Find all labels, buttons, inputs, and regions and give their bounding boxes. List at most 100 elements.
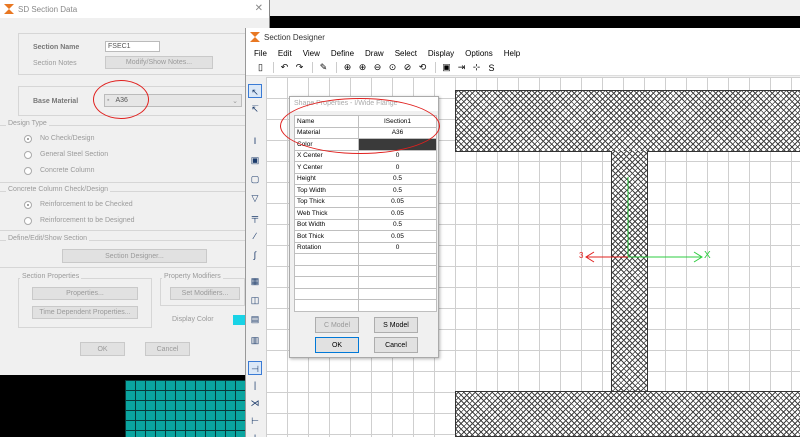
set-modifiers-button[interactable]: Set Modifiers... [170, 287, 240, 300]
section-designer-button[interactable]: Section Designer... [62, 249, 207, 263]
channel-icon[interactable]: ▣ [248, 153, 262, 167]
property-row[interactable]: Y Center 0 [294, 161, 437, 174]
property-row[interactable]: Rotation 0 [294, 241, 437, 254]
pointer-arrow-icon[interactable]: ⇥ [455, 62, 468, 73]
new-icon[interactable]: ▯ [254, 62, 267, 73]
menu-display[interactable]: Display [428, 49, 454, 58]
property-row[interactable] [294, 253, 437, 266]
property-row[interactable] [294, 287, 437, 300]
property-value-cell[interactable]: 0 [358, 241, 437, 254]
background-grid-area [125, 380, 245, 437]
radio-reinforcement-designed[interactable] [24, 217, 32, 225]
pencil-icon[interactable]: ✎ [317, 62, 330, 73]
zoom-out-icon[interactable]: ⊖ [371, 62, 384, 73]
property-value-cell[interactable] [358, 287, 437, 300]
s-model-button[interactable]: S Model [374, 317, 418, 333]
property-row[interactable] [294, 264, 437, 277]
line-icon[interactable]: ∕ [248, 229, 262, 243]
time-dependent-properties-button[interactable]: Time Dependent Properties... [32, 306, 138, 319]
undo-icon[interactable]: ↶ [278, 62, 291, 73]
display-icon[interactable]: ▣ [440, 62, 453, 73]
rebar-grid-icon[interactable]: ▥ [248, 333, 262, 347]
ok-button[interactable]: OK [315, 337, 359, 353]
section-name-input[interactable]: FSEC1 [105, 41, 160, 52]
property-row[interactable]: Bot Thick 0.05 [294, 230, 437, 243]
menu-file[interactable]: File [254, 49, 267, 58]
property-value-cell[interactable] [358, 264, 437, 277]
design-type-title: Design Type [6, 120, 49, 127]
reshape-icon[interactable]: ↸ [248, 102, 262, 116]
refresh-icon[interactable]: ⟲ [416, 62, 429, 73]
menu-edit[interactable]: Edit [278, 49, 292, 58]
property-row[interactable]: Bot Width 0.5 [294, 218, 437, 231]
pointer-icon[interactable]: ↖ [248, 84, 262, 98]
zoom-in-icon[interactable]: ⊕ [356, 62, 369, 73]
menu-draw[interactable]: Draw [365, 49, 384, 58]
section-cut-icon[interactable]: ▤ [248, 312, 262, 326]
radio-no-check-design[interactable] [24, 135, 32, 143]
radio-concrete-column[interactable] [24, 167, 32, 175]
property-value-cell[interactable]: 0.5 [358, 184, 437, 197]
i-shape-icon[interactable]: I [248, 134, 262, 148]
close-icon[interactable]: ✕ [255, 3, 263, 14]
display-color-swatch[interactable] [233, 315, 245, 325]
property-value-cell[interactable]: 0.05 [358, 195, 437, 208]
chart-icon[interactable]: ▦ [248, 274, 262, 288]
radio-reinforcement-checked[interactable] [24, 201, 32, 209]
tee-icon[interactable]: ▢ [248, 172, 262, 186]
rebar-line-icon[interactable]: ∫ [248, 248, 262, 262]
base-material-label: Base Material [33, 98, 79, 105]
property-value-cell[interactable] [358, 253, 437, 266]
property-name-cell [294, 276, 359, 289]
caliper-icon[interactable]: ◫ [248, 293, 262, 307]
zoom-window-icon[interactable]: ⊕ [341, 62, 354, 73]
dimension-icon[interactable]: ⋊ [248, 396, 262, 410]
zoom-fit-icon[interactable]: ⊙ [386, 62, 399, 73]
property-value-cell[interactable] [358, 276, 437, 289]
property-row[interactable] [294, 299, 437, 312]
menu-options[interactable]: Options [465, 49, 493, 58]
property-value-cell[interactable]: 0.5 [358, 218, 437, 231]
menu-bar: File Edit View Define Draw Select Displa… [246, 46, 800, 60]
radio-general-steel[interactable] [24, 151, 32, 159]
design-type-group [0, 125, 250, 183]
property-row[interactable]: Top Width 0.5 [294, 184, 437, 197]
zoom-previous-icon[interactable]: ⊘ [401, 62, 414, 73]
snap-icon[interactable]: S [485, 63, 498, 73]
menu-define[interactable]: Define [331, 49, 354, 58]
radio-label-concrete-column: Concrete Column [40, 167, 95, 174]
axis-icon[interactable]: ⊹ [470, 62, 483, 73]
property-value-cell[interactable]: 0 [358, 161, 437, 174]
redo-icon[interactable]: ↷ [293, 62, 306, 73]
section-properties-group [18, 278, 152, 328]
reference-line-icon[interactable]: ⊣ [248, 361, 262, 375]
property-row[interactable]: Web Thick 0.05 [294, 207, 437, 220]
angle-icon[interactable]: ▽ [248, 191, 262, 205]
double-angle-icon[interactable]: ╤ [248, 210, 262, 224]
property-name-cell [294, 253, 359, 266]
property-name-cell: Y Center [294, 161, 359, 174]
section-notes-label: Section Notes [33, 60, 77, 67]
app-icon [250, 32, 260, 42]
menu-help[interactable]: Help [504, 49, 520, 58]
extra-tool-icon[interactable]: | [248, 431, 262, 437]
property-row[interactable] [294, 276, 437, 289]
c-model-button[interactable]: C Model [315, 317, 359, 333]
property-row[interactable]: Height 0.5 [294, 172, 437, 185]
property-row[interactable]: Top Thick 0.05 [294, 195, 437, 208]
reference-point-icon[interactable]: | [248, 378, 262, 392]
menu-select[interactable]: Select [395, 49, 417, 58]
cancel-button[interactable]: Cancel [374, 337, 418, 353]
modify-notes-button[interactable]: Modify/Show Notes... [105, 56, 213, 69]
annotation-circle-properties [280, 98, 440, 154]
properties-button[interactable]: Properties... [32, 287, 138, 300]
concrete-check-group [0, 191, 250, 231]
ok-button[interactable]: OK [80, 342, 125, 356]
property-value-cell[interactable] [358, 299, 437, 312]
align-icon[interactable]: ⊢ [248, 414, 262, 428]
property-value-cell[interactable]: 0.05 [358, 230, 437, 243]
cancel-button[interactable]: Cancel [145, 342, 190, 356]
property-value-cell[interactable]: 0.05 [358, 207, 437, 220]
property-value-cell[interactable]: 0.5 [358, 172, 437, 185]
menu-view[interactable]: View [303, 49, 320, 58]
